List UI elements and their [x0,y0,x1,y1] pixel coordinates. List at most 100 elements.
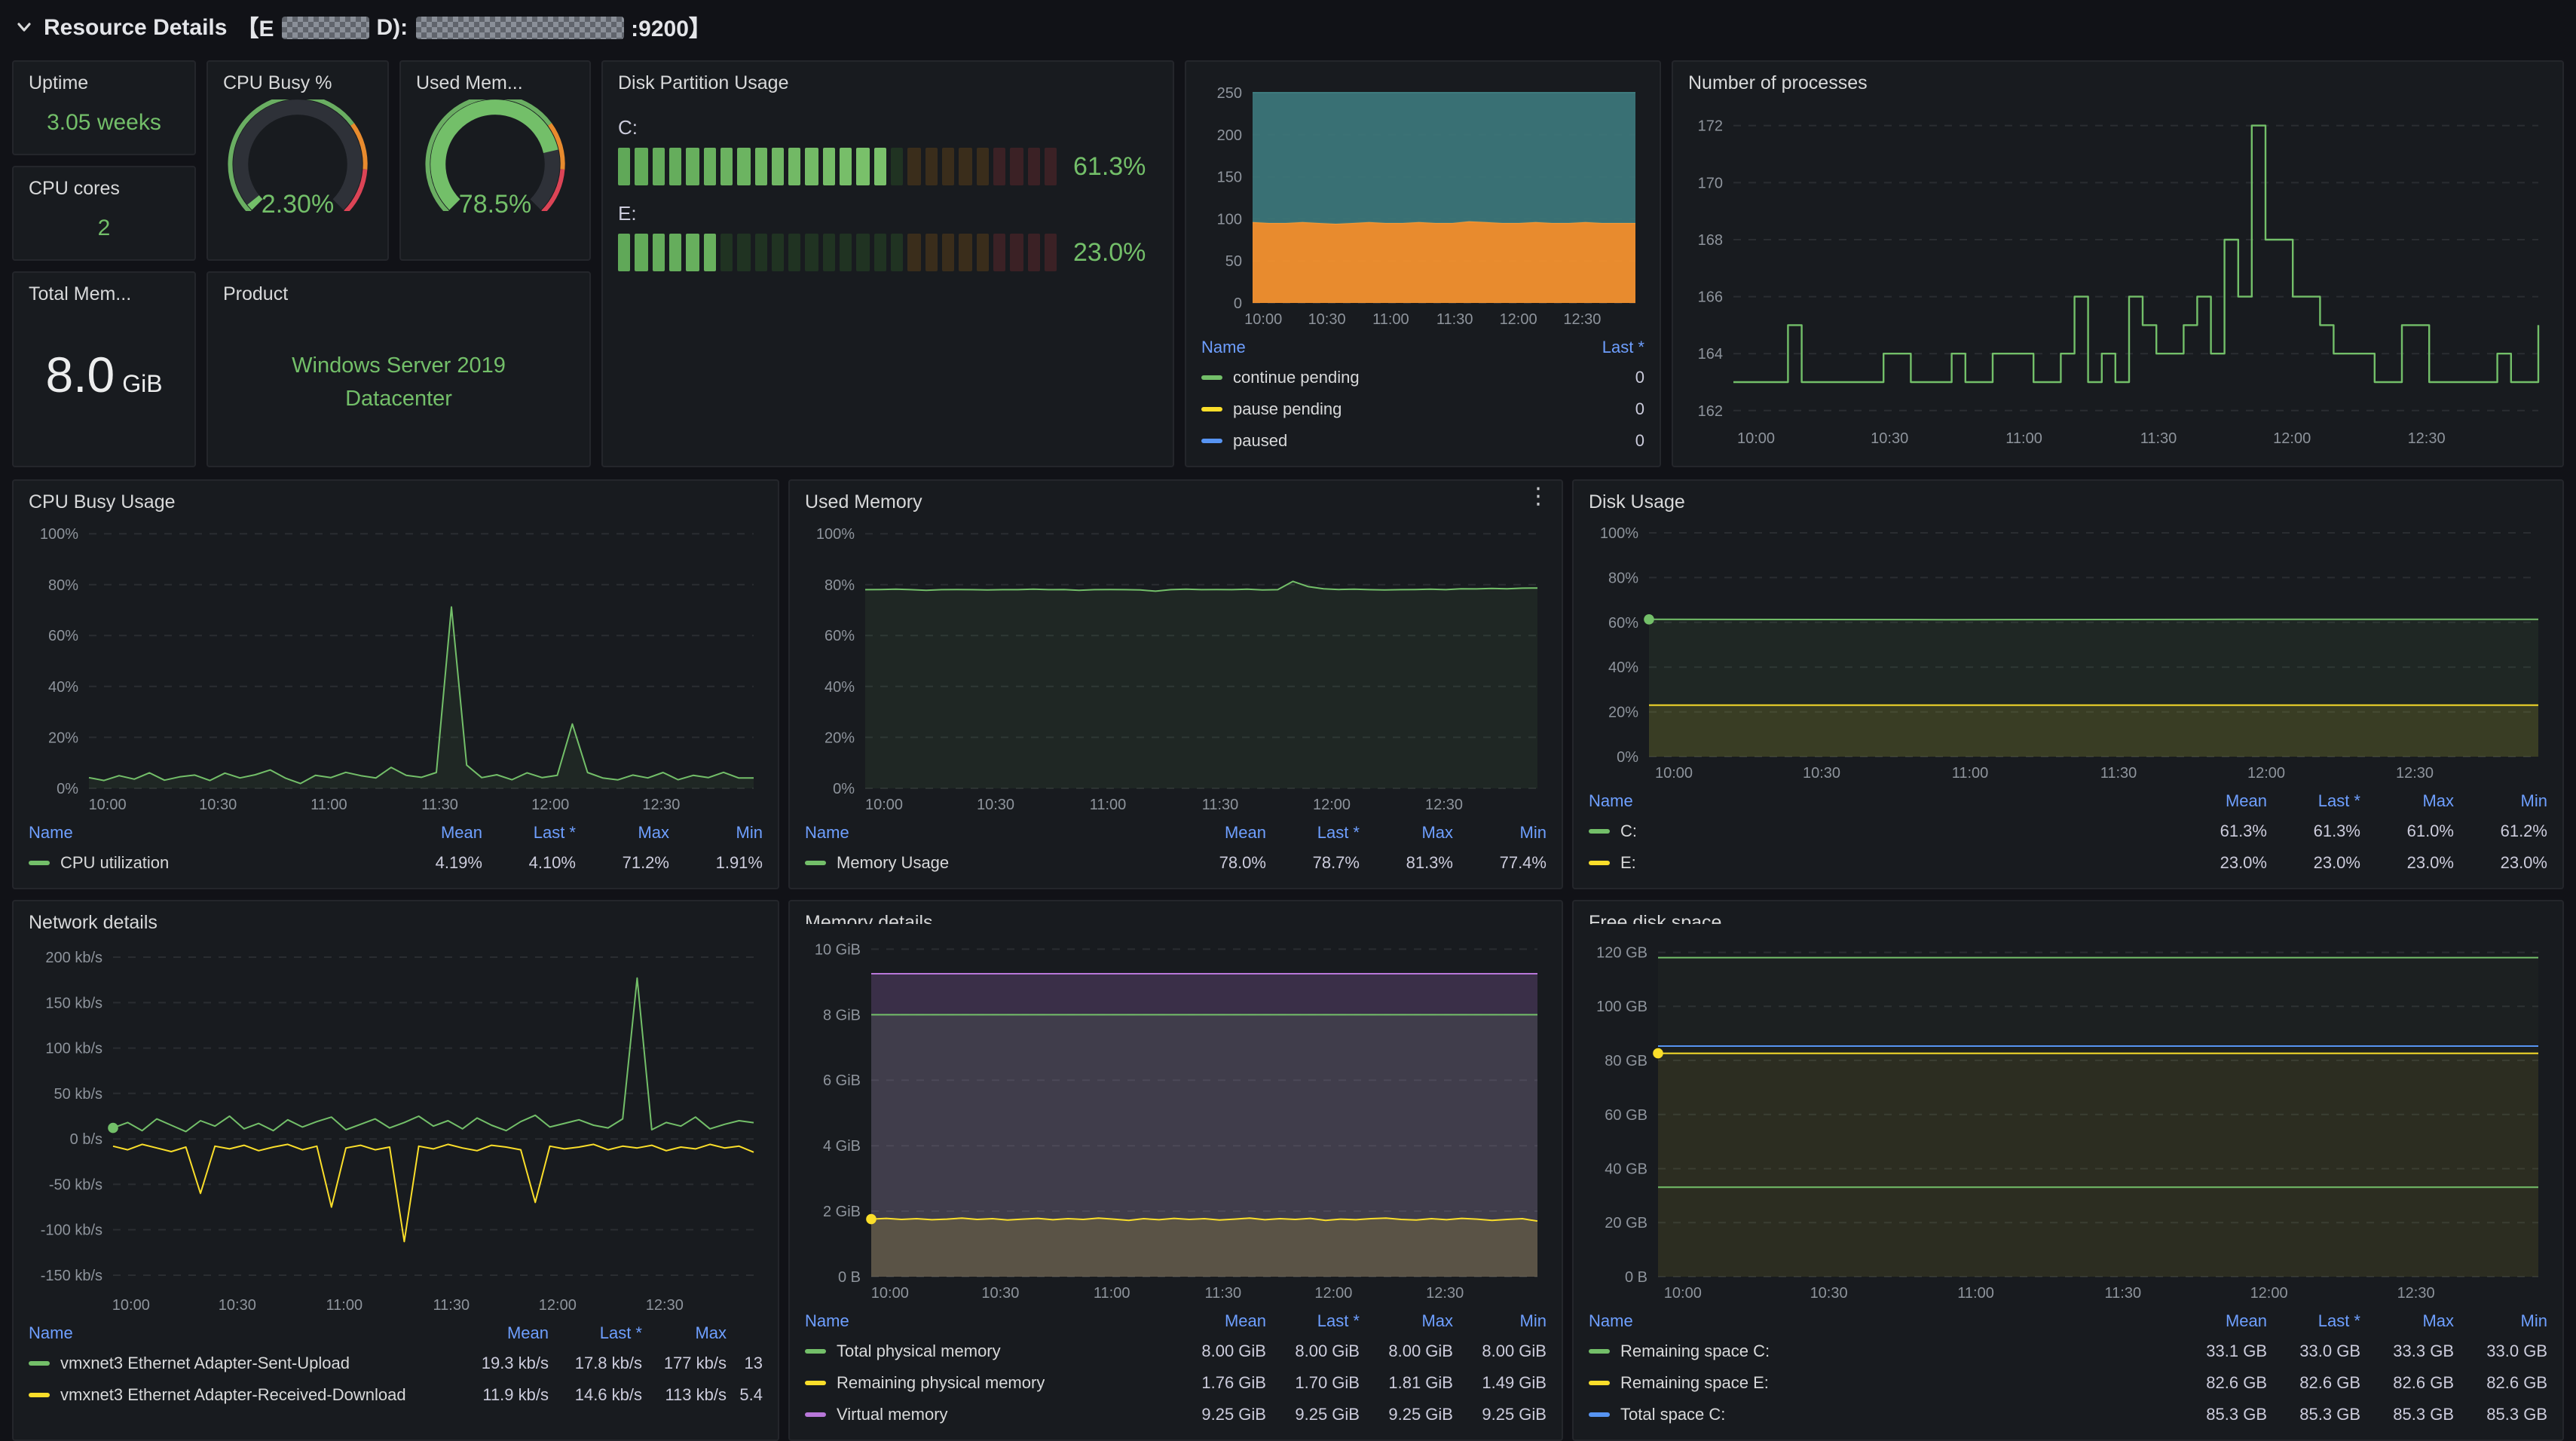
disk-usage-chart[interactable]: 0%20%40%60%80%100%10:0010:3011:0011:3012… [1589,517,2547,784]
legend-item[interactable]: Total space C:85.3 GB85.3 GB85.3 GB85.3 … [1589,1399,2547,1430]
panel-title[interactable]: Product [223,280,574,307]
svg-text:0 b/s: 0 b/s [70,1131,102,1148]
free-disk-chart[interactable]: 0 B20 GB40 GB60 GB80 GB100 GB120 GB10:00… [1589,927,2547,1304]
legend-header-col[interactable]: Max [576,825,669,843]
legend-header-col[interactable]: Last * [1266,825,1360,843]
legend-header-name[interactable]: Name [29,1325,455,1343]
legend-header-col[interactable]: Max [2360,793,2454,811]
legend-series-name[interactable]: Memory Usage [837,854,949,872]
panel-title[interactable]: Used Mem... [416,69,574,96]
legend-item[interactable]: vmxnet3 Ethernet Adapter-Received-Downlo… [29,1379,763,1411]
legend-item[interactable]: Virtual memory9.25 GiB9.25 GiB9.25 GiB9.… [805,1399,1547,1430]
panel-title[interactable]: Free disk space [1589,909,2547,924]
legend-header-name[interactable]: Name [805,825,1173,843]
total-mem-value: 8.0 GiB [29,311,179,457]
legend-header-col[interactable]: Mean [455,1325,549,1343]
legend-header-col[interactable]: Mean [1173,1313,1266,1331]
legend-header-col[interactable]: Last * [549,1325,642,1343]
legend-series-name[interactable]: pause pending [1233,400,1342,418]
legend-series-name[interactable]: Remaining physical memory [837,1374,1045,1392]
legend-header-col[interactable]: Min [1453,825,1547,843]
legend-series-name[interactable]: C: [1620,822,1637,840]
legend-item[interactable]: Remaining space C:33.1 GB33.0 GB33.3 GB3… [1589,1335,2547,1367]
row-title-bracket: 【E [236,11,274,43]
legend-series-name[interactable]: continue pending [1233,369,1360,387]
svg-text:-100 kb/s: -100 kb/s [41,1222,102,1239]
legend-header-col[interactable]: Max [1360,825,1453,843]
legend-header-col[interactable]: Last * [482,825,576,843]
legend-header-col[interactable]: Last * [2267,793,2360,811]
legend-item[interactable]: E:23.0%23.0%23.0%23.0% [1589,847,2547,879]
svg-text:12:00: 12:00 [2247,765,2285,782]
panel-title[interactable]: Number of processes [1688,69,2547,96]
legend-item[interactable]: Memory Usage78.0%78.7%81.3%77.4% [805,847,1547,879]
legend-series-name[interactable]: Virtual memory [837,1406,948,1424]
legend-item[interactable]: continue pending0 [1201,362,1644,393]
legend-item[interactable]: vmxnet3 Ethernet Adapter-Sent-Upload19.3… [29,1348,763,1379]
legend-series-name[interactable]: Total space C: [1620,1406,1725,1424]
legend-header-col[interactable]: Mean [2174,793,2267,811]
legend-value: 85.3 GB [2454,1406,2547,1424]
legend-item[interactable]: paused0 [1201,425,1644,457]
panel-title[interactable]: Total Mem... [29,280,179,307]
panel-title[interactable]: Used Memory [805,488,1547,514]
panel-title[interactable]: Uptime [29,69,179,96]
processes-chart[interactable]: 16216416616817017210:0010:3011:0011:3012… [1688,99,2547,449]
memory-details-chart[interactable]: 0 B2 GiB4 GiB6 GiB8 GiB10 GiB10:0010:301… [805,927,1547,1304]
legend-series-name[interactable]: CPU utilization [60,854,169,872]
legend-header-col[interactable]: Mean [2174,1313,2267,1331]
svg-text:10:30: 10:30 [1810,1285,1848,1302]
legend-header-col[interactable]: Last * [2267,1313,2360,1331]
series-color-swatch [1201,439,1222,443]
legend-header-col[interactable]: Min [2454,1313,2547,1331]
legend-series-name[interactable]: vmxnet3 Ethernet Adapter-Sent-Upload [60,1354,350,1372]
chevron-down-icon[interactable] [15,18,33,36]
legend-header-col[interactable]: Min [1453,1313,1547,1331]
svg-text:10:00: 10:00 [112,1297,150,1314]
legend-series-name[interactable]: Remaining space C: [1620,1342,1770,1360]
legend-header-col[interactable]: Mean [389,825,482,843]
legend-header-col[interactable]: Max [2360,1313,2454,1331]
legend-item[interactable]: pause pending0 [1201,393,1644,425]
legend-series-name[interactable]: Remaining space E: [1620,1374,1769,1392]
panel-title[interactable]: Service status [1201,69,1644,74]
legend-item[interactable]: C:61.3%61.3%61.0%61.2% [1589,815,2547,847]
service-status-chart[interactable]: 05010015020025010:0010:3011:0011:3012:00… [1201,77,1644,330]
used-memory-chart[interactable]: 0%20%40%60%80%100%10:0010:3011:0011:3012… [805,517,1547,815]
legend-header-col[interactable]: Max [1360,1313,1453,1331]
legend-header-name[interactable]: Name [805,1313,1173,1331]
panel-title[interactable]: CPU Busy Usage [29,488,763,514]
legend-header-name[interactable]: Name [1589,793,2174,811]
legend-item[interactable]: Remaining physical memory1.76 GiB1.70 Gi… [805,1367,1547,1399]
panel-title[interactable]: CPU Busy % [223,69,372,96]
legend-value: 8.00 GiB [1453,1342,1547,1360]
legend-header-col[interactable]: Last * [1578,339,1644,357]
legend-header-name[interactable]: Name [1201,339,1578,357]
legend-item[interactable]: CPU utilization4.19%4.10%71.2%1.91% [29,847,763,879]
panel-title[interactable]: Disk Usage [1589,488,2547,514]
svg-text:40%: 40% [825,679,855,696]
panel-menu-icon[interactable]: ⋮ [1527,485,1550,508]
legend-series-name[interactable]: paused [1233,432,1287,450]
legend-header-name[interactable]: Name [1589,1313,2174,1331]
legend-series-name[interactable]: Total physical memory [837,1342,1001,1360]
dashboard-row-header[interactable]: Resource Details 【E D): :9200】 [0,0,2576,54]
panel-title[interactable]: Disk Partition Usage [618,69,1158,96]
cpu-usage-chart[interactable]: 0%20%40%60%80%100%10:0010:3011:0011:3012… [29,517,763,815]
legend-series-name[interactable]: E: [1620,854,1636,872]
svg-text:12:30: 12:30 [2408,430,2446,447]
legend-header-col[interactable]: Min [669,825,763,843]
svg-text:-50 kb/s: -50 kb/s [49,1176,102,1193]
legend-item[interactable]: Remaining space E:82.6 GB82.6 GB82.6 GB8… [1589,1367,2547,1399]
network-chart[interactable]: 200 kb/s150 kb/s100 kb/s50 kb/s0 b/s-50 … [29,939,763,1316]
legend-header-col[interactable]: Min [2454,793,2547,811]
panel-title[interactable]: Network details [29,909,763,936]
legend-series-name[interactable]: vmxnet3 Ethernet Adapter-Received-Downlo… [60,1386,406,1404]
legend-header-col[interactable]: Mean [1173,825,1266,843]
legend-item[interactable]: Total physical memory8.00 GiB8.00 GiB8.0… [805,1335,1547,1367]
legend-header-name[interactable]: Name [29,825,389,843]
panel-title[interactable]: CPU cores [29,175,179,202]
legend-header-col[interactable]: Last * [1266,1313,1360,1331]
legend-header-col[interactable]: Max [642,1325,727,1343]
panel-title[interactable]: Memory details [805,909,1547,924]
